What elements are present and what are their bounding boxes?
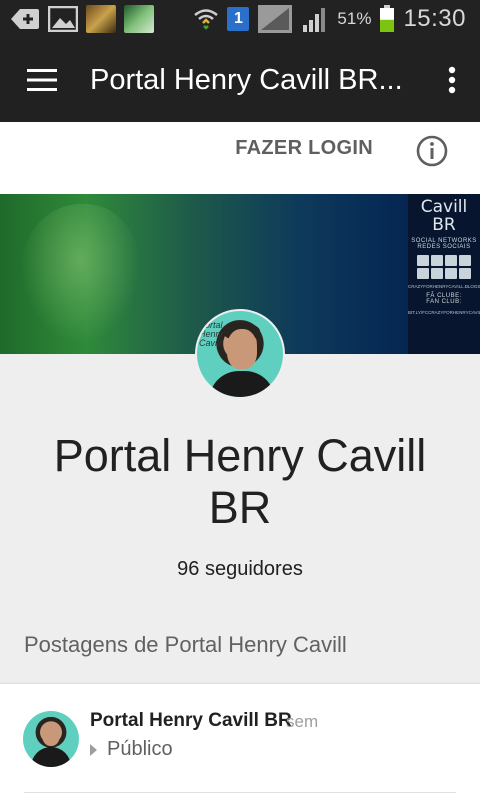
post-card[interactable]: Portal Henry Cavill BR sem Público <box>0 684 480 800</box>
post-visibility-label: Público <box>107 738 173 760</box>
profile-avatar: Portal Henry Cavill <box>195 309 285 399</box>
avatar-overlay-text: Portal Henry Cavill <box>199 320 224 348</box>
app-bar-title: Portal Henry Cavill BR... <box>90 63 403 96</box>
divider <box>24 792 456 793</box>
social-icons-grid <box>408 255 480 279</box>
signal-icon <box>301 5 329 33</box>
back-plus-icon <box>10 7 40 31</box>
posts-section-title: Postagens de Portal Henry Cavill <box>24 632 347 657</box>
cover-logo: Cavill BR <box>420 197 468 235</box>
app-thumbnail-icon <box>86 5 116 33</box>
status-bar-system: 1 51% 15:30 <box>193 0 466 38</box>
app-thumbnail-icon <box>124 5 154 33</box>
cover-blog-url: CRAZYFORHENRYCAVILL.BLOGSPOT.COM <box>408 284 480 289</box>
cover-fan-club: FÃ CLUBE: FAN CLUB: <box>426 293 462 305</box>
login-button[interactable]: FAZER LOGIN <box>235 137 373 160</box>
cover-info-panel: Cavill BR SOCIAL NETWORKS REDES SOCIAIS … <box>408 194 480 354</box>
battery-icon <box>379 5 395 33</box>
more-vert-icon[interactable] <box>432 52 472 108</box>
action-row: FAZER LOGIN <box>0 122 480 194</box>
cover-portrait <box>20 204 140 344</box>
gallery-icon <box>48 6 78 32</box>
battery-percent: 51% <box>337 9 372 28</box>
info-icon[interactable] <box>416 135 448 167</box>
cover-fan-club-url: BIT.LY/FCCRAZYFORHENRYCAVILLBR <box>408 310 480 315</box>
app-bar: Portal Henry Cavill BR... <box>0 38 480 122</box>
post-author-avatar[interactable] <box>23 711 79 767</box>
post-timestamp: sem <box>286 712 319 731</box>
hamburger-icon[interactable] <box>14 52 70 108</box>
post-author-name[interactable]: Portal Henry Cavill BR <box>90 710 292 732</box>
profile-name: Portal Henry Cavill BR <box>53 430 427 533</box>
followers-count: 96 seguidores <box>177 558 303 580</box>
status-bar-notifications <box>0 5 154 33</box>
signal-icon <box>257 4 293 34</box>
sim-icon: 1 <box>227 7 250 31</box>
clock: 15:30 <box>403 5 466 32</box>
caret-right-icon <box>90 743 97 756</box>
post-visibility[interactable]: Público <box>90 738 173 761</box>
status-bar: 1 51% 15:30 <box>0 0 480 38</box>
cover-social-label: SOCIAL NETWORKS REDES SOCIAIS <box>411 238 477 250</box>
wifi-icon <box>193 6 219 32</box>
